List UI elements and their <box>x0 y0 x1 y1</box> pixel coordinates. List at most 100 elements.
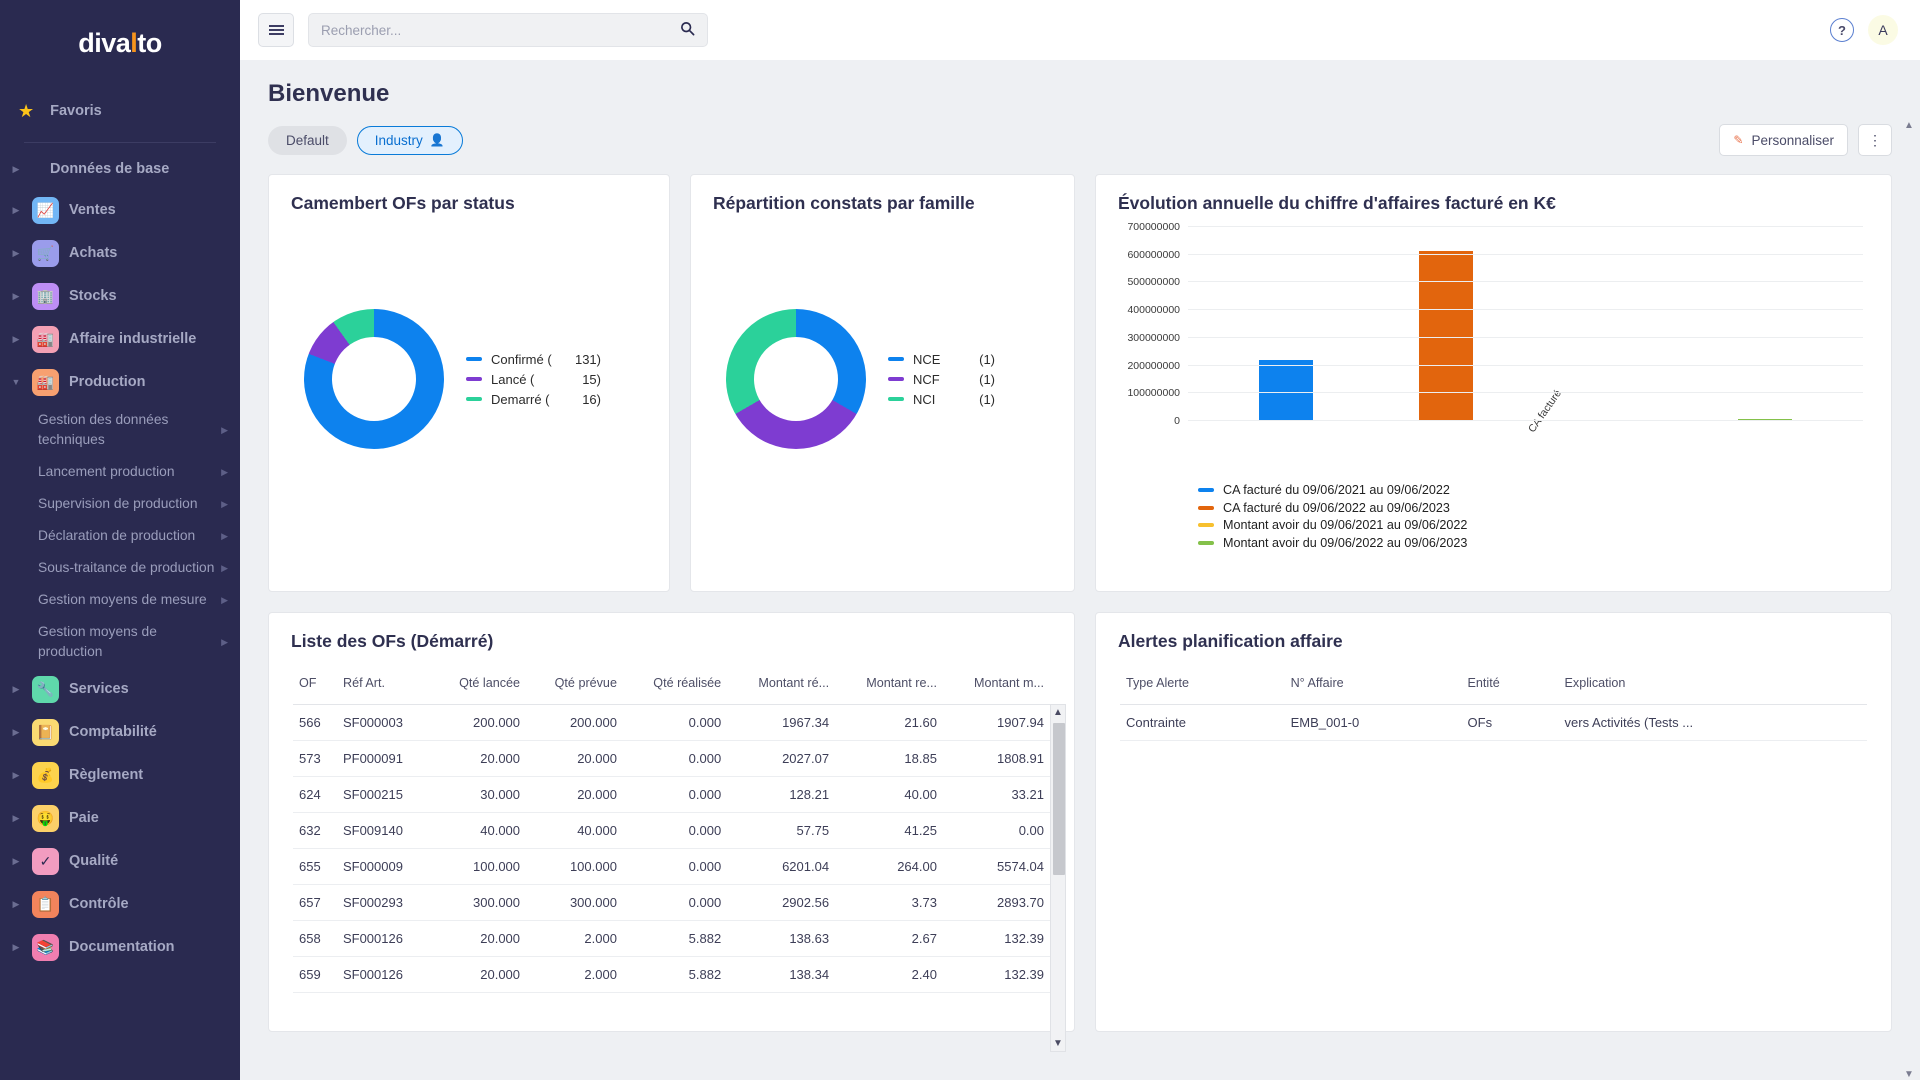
chevron-right-icon[interactable]: ▶ <box>221 637 228 648</box>
legend-item[interactable]: NCE(1) <box>888 352 995 367</box>
column-header[interactable]: Montant ré... <box>727 668 835 705</box>
legend-item[interactable]: CA facturé du 09/06/2022 au 09/06/2023 <box>1198 501 1873 515</box>
chevron-right-icon[interactable]: ▶ <box>10 685 22 694</box>
sidebar-item-services[interactable]: ▶🔧Services <box>0 668 240 711</box>
chevron-right-icon[interactable]: ▶ <box>10 249 22 258</box>
legend-item[interactable]: NCF(1) <box>888 372 995 387</box>
sidebar-subitem-gestion-moyens-de-production[interactable]: Gestion moyens de production▶ <box>0 616 240 668</box>
chevron-right-icon[interactable]: ▶ <box>10 206 22 215</box>
chevron-right-icon[interactable]: ▶ <box>10 292 22 301</box>
column-header[interactable]: Montant m... <box>943 668 1050 705</box>
chevron-right-icon[interactable]: ▶ <box>221 467 228 478</box>
hamburger-icon[interactable] <box>258 13 294 47</box>
sidebar-item-affaire-industrielle[interactable]: ▶🏭Affaire industrielle <box>0 318 240 361</box>
sidebar-item-qualit[interactable]: ▶✓Qualité <box>0 840 240 883</box>
sidebar-item-r-glement[interactable]: ▶💰Règlement <box>0 754 240 797</box>
donut-graphic[interactable] <box>726 309 866 449</box>
tab-default[interactable]: Default <box>268 126 347 155</box>
sidebar-item-stocks[interactable]: ▶🏢Stocks <box>0 275 240 318</box>
column-header[interactable]: OF <box>293 668 337 705</box>
table-row[interactable]: ContrainteEMB_001-0OFsvers Activités (Te… <box>1120 705 1867 741</box>
table-row[interactable]: 655SF000009100.000100.0000.0006201.04264… <box>293 849 1050 885</box>
column-header[interactable]: Montant re... <box>835 668 943 705</box>
dashboard-actions: ✎ Personnaliser ⋮ <box>1719 124 1892 156</box>
tab-industry[interactable]: Industry 👤 <box>357 126 463 155</box>
legend-item[interactable]: Montant avoir du 09/06/2022 au 09/06/202… <box>1198 536 1873 550</box>
table-row[interactable]: 658SF00012620.0002.0005.882138.632.67132… <box>293 921 1050 957</box>
sidebar-subitem-lancement-production[interactable]: Lancement production▶ <box>0 456 240 488</box>
chevron-right-icon[interactable]: ▶ <box>221 595 228 606</box>
avatar[interactable]: A <box>1868 15 1898 45</box>
chevron-up-icon[interactable]: ▲ <box>1053 705 1063 720</box>
search-box[interactable] <box>308 13 708 47</box>
table-row[interactable]: 573PF00009120.00020.0000.0002027.0718.85… <box>293 741 1050 777</box>
column-header[interactable]: Type Alerte <box>1120 668 1285 705</box>
column-header[interactable]: Qté réalisée <box>623 668 727 705</box>
legend-item[interactable]: Lancé (15) <box>466 372 601 387</box>
column-header[interactable]: Réf Art. <box>337 668 431 705</box>
scrollbar-thumb[interactable] <box>1053 723 1065 875</box>
sidebar-item-ventes[interactable]: ▶📈Ventes <box>0 189 240 232</box>
chevron-right-icon[interactable]: ▶ <box>10 771 22 780</box>
chevron-down-icon[interactable]: ▼ <box>1904 1069 1914 1080</box>
chevron-right-icon[interactable]: ▶ <box>221 563 228 574</box>
donut-graphic[interactable] <box>304 309 444 449</box>
chevron-down-icon[interactable]: ▼ <box>10 378 22 387</box>
column-header[interactable]: Qté prévue <box>526 668 623 705</box>
table-row[interactable]: 632SF00914040.00040.0000.00057.7541.250.… <box>293 813 1050 849</box>
table-row[interactable]: 659SF00012620.0002.0005.882138.342.40132… <box>293 957 1050 993</box>
legend-item[interactable]: Confirmé (131) <box>466 352 601 367</box>
sidebar-nav-secondary: ▶🔧Services▶📔Comptabilité▶💰Règlement▶🤑Pai… <box>0 668 240 969</box>
bar-2[interactable] <box>1419 251 1473 420</box>
sidebar-subitem-sous-traitance-de-production[interactable]: Sous-traitance de production▶ <box>0 552 240 584</box>
chevron-right-icon[interactable]: ▶ <box>221 531 228 542</box>
sidebar-item-production[interactable]: ▼🏭Production <box>0 361 240 404</box>
chevron-right-icon[interactable]: ▶ <box>10 728 22 737</box>
sidebar-subitem-supervision-de-production[interactable]: Supervision de production▶ <box>0 488 240 520</box>
bar-chart-plot[interactable]: CA facturé 70000000060000000050000000040… <box>1188 226 1863 421</box>
legend-label: Montant avoir du 09/06/2022 au 09/06/202… <box>1223 536 1467 550</box>
legend-item[interactable]: Demarré (16) <box>466 392 601 407</box>
column-header[interactable]: Explication <box>1559 668 1867 705</box>
sidebar-item-paie[interactable]: ▶🤑Paie <box>0 797 240 840</box>
sidebar-item-label: Achats <box>69 244 117 262</box>
chevron-right-icon[interactable]: ▶ <box>10 335 22 344</box>
sidebar-item-documentation[interactable]: ▶📚Documentation <box>0 926 240 969</box>
bar-1[interactable] <box>1259 360 1313 420</box>
legend-item[interactable]: NCI(1) <box>888 392 995 407</box>
table-cell: 0.000 <box>623 849 727 885</box>
sidebar-item-comptabilit[interactable]: ▶📔Comptabilité <box>0 711 240 754</box>
brand-logo[interactable]: divalto <box>0 0 240 72</box>
customize-button[interactable]: ✎ Personnaliser <box>1719 124 1848 156</box>
sidebar-item-donn-es-de-base[interactable]: ▶Données de base <box>0 149 240 189</box>
legend-item[interactable]: CA facturé du 09/06/2021 au 09/06/2022 <box>1198 483 1873 497</box>
chevron-right-icon[interactable]: ▶ <box>10 165 22 174</box>
sidebar-item-favoris[interactable]: ★ Favoris <box>0 92 240 130</box>
sidebar-item-contr-le[interactable]: ▶📋Contrôle <box>0 883 240 926</box>
legend-item[interactable]: Montant avoir du 09/06/2021 au 09/06/202… <box>1198 518 1873 532</box>
chevron-down-icon[interactable]: ▼ <box>1053 1036 1063 1051</box>
chevron-right-icon[interactable]: ▶ <box>10 814 22 823</box>
chevron-right-icon[interactable]: ▶ <box>10 900 22 909</box>
chevron-right-icon[interactable]: ▶ <box>10 857 22 866</box>
table-row[interactable]: 624SF00021530.00020.0000.000128.2140.003… <box>293 777 1050 813</box>
column-header[interactable]: Entité <box>1462 668 1559 705</box>
chevron-right-icon[interactable]: ▶ <box>221 425 228 436</box>
sidebar-item-achats[interactable]: ▶🛒Achats <box>0 232 240 275</box>
more-options-button[interactable]: ⋮ <box>1858 124 1892 156</box>
sidebar-subitem-gestion-moyens-de-mesure[interactable]: Gestion moyens de mesure▶ <box>0 584 240 616</box>
table-row[interactable]: 657SF000293300.000300.0000.0002902.563.7… <box>293 885 1050 921</box>
help-icon[interactable]: ? <box>1830 18 1854 42</box>
chevron-right-icon[interactable]: ▶ <box>221 499 228 510</box>
sidebar-subitem-d-claration-de-production[interactable]: Déclaration de production▶ <box>0 520 240 552</box>
column-header[interactable]: N° Affaire <box>1285 668 1462 705</box>
search-icon[interactable] <box>680 21 695 40</box>
page-scrollbar[interactable]: ▲ ▼ <box>1902 120 1916 1080</box>
chevron-right-icon[interactable]: ▶ <box>10 943 22 952</box>
table-scrollbar[interactable]: ▲ ▼ <box>1050 704 1066 1052</box>
chevron-up-icon[interactable]: ▲ <box>1904 120 1914 131</box>
sidebar-subitem-gestion-des-donn-es-techniques[interactable]: Gestion des données techniques▶ <box>0 404 240 456</box>
table-row[interactable]: 566SF000003200.000200.0000.0001967.3421.… <box>293 705 1050 741</box>
search-input[interactable] <box>321 23 680 38</box>
column-header[interactable]: Qté lancée <box>431 668 526 705</box>
